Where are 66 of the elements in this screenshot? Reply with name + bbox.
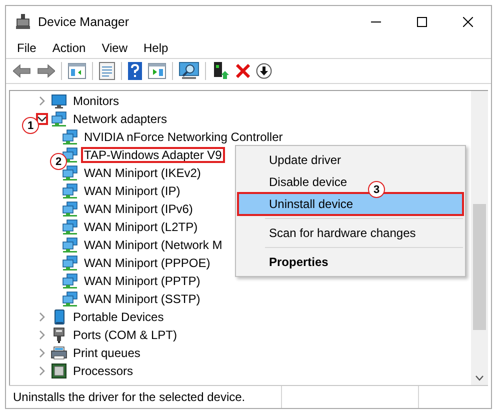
help-icon[interactable] [128, 62, 142, 80]
maximize-icon [417, 17, 427, 27]
close-icon [463, 17, 473, 27]
tree-item-label[interactable]: WAN Miniport (PPPOE) [82, 256, 212, 270]
expand-chevron-icon[interactable] [37, 330, 47, 340]
vertical-scrollbar[interactable] [471, 91, 488, 385]
tree-item-label[interactable]: WAN Miniport (PPTP) [82, 274, 202, 288]
tree-item-label[interactable]: WAN Miniport (L2TP) [82, 220, 200, 234]
network-device-icon [62, 237, 78, 253]
tree-item-label[interactable]: WAN Miniport (IP) [82, 184, 182, 198]
network-device-icon [62, 201, 78, 217]
context-menu-item[interactable]: Scan for hardware changes [238, 222, 420, 244]
tree-item-label[interactable]: WAN Miniport (SSTP) [82, 292, 202, 306]
menu-item[interactable]: View [94, 41, 136, 55]
network-device-icon [62, 255, 78, 271]
tree-item-label[interactable]: Monitors [71, 94, 122, 108]
tree-item-label[interactable]: Portable Devices [71, 310, 166, 324]
network-device-icon [62, 183, 78, 199]
tree-item-label[interactable]: NVIDIA nForce Networking Controller [82, 130, 285, 144]
properties-sheet-icon[interactable] [99, 62, 115, 80]
scrollbar-thumb[interactable] [473, 204, 486, 330]
processor-device-icon [51, 363, 67, 379]
step-number-badge: 2 [50, 153, 67, 170]
context-menu-item[interactable]: Disable device [238, 171, 352, 193]
expand-chevron-icon[interactable] [37, 96, 47, 106]
menu-item[interactable]: File [9, 41, 44, 55]
expand-chevron-icon[interactable] [37, 312, 47, 322]
context-menu-item[interactable]: Properties [238, 251, 332, 273]
back-arrow-icon[interactable] [13, 64, 31, 78]
status-text: Uninstalls the driver for the selected device. [13, 390, 246, 404]
tree-item-label[interactable]: WAN Miniport (IKEv2) [82, 166, 203, 180]
menu-item[interactable]: Action [44, 41, 94, 55]
tree-item-label[interactable]: WAN Miniport (Network M [82, 238, 224, 252]
panel-window-icon[interactable] [68, 63, 86, 79]
collapse-chevron-icon[interactable] [37, 114, 47, 124]
monitor-device-icon [51, 93, 67, 109]
context-menu-item[interactable]: Update driver [238, 149, 346, 171]
tree-item-label[interactable]: Print queues [71, 346, 142, 360]
step-number-badge: 1 [22, 117, 39, 134]
port-device-icon [51, 327, 67, 343]
window-title: Device Manager [38, 15, 130, 29]
network-device-icon [62, 219, 78, 235]
monitor-search-icon[interactable] [179, 62, 199, 80]
expand-chevron-icon[interactable] [37, 366, 47, 376]
network-device-icon [62, 165, 78, 181]
network-device-icon [62, 273, 78, 289]
tree-item-label[interactable]: TAP-Windows Adapter V9 [82, 148, 224, 162]
down-arrow-circle-icon[interactable] [256, 63, 272, 79]
forward-arrow-icon[interactable] [37, 64, 55, 78]
scroll-down-chevron-icon[interactable] [475, 375, 484, 381]
tree-item-label[interactable]: WAN Miniport (IPv6) [82, 202, 195, 216]
network-device-icon [62, 291, 78, 307]
network-device-icon [51, 111, 67, 127]
tree-item-label[interactable]: Network adapters [71, 112, 170, 126]
tree-item-label[interactable]: Ports (COM & LPT) [71, 328, 180, 342]
step-number-badge: 3 [368, 181, 385, 198]
app-icon [16, 14, 30, 30]
menu-item[interactable]: Help [136, 41, 176, 55]
device-upload-arrow-icon[interactable] [212, 62, 230, 80]
run-window-icon[interactable] [148, 63, 166, 79]
expand-chevron-icon[interactable] [37, 348, 47, 358]
tree-item-label[interactable]: Processors [71, 364, 136, 378]
cross-icon[interactable] [236, 64, 250, 78]
printer-device-icon [51, 345, 67, 361]
context-menu-item[interactable]: Uninstall device [238, 193, 463, 215]
network-device-icon [62, 129, 78, 145]
